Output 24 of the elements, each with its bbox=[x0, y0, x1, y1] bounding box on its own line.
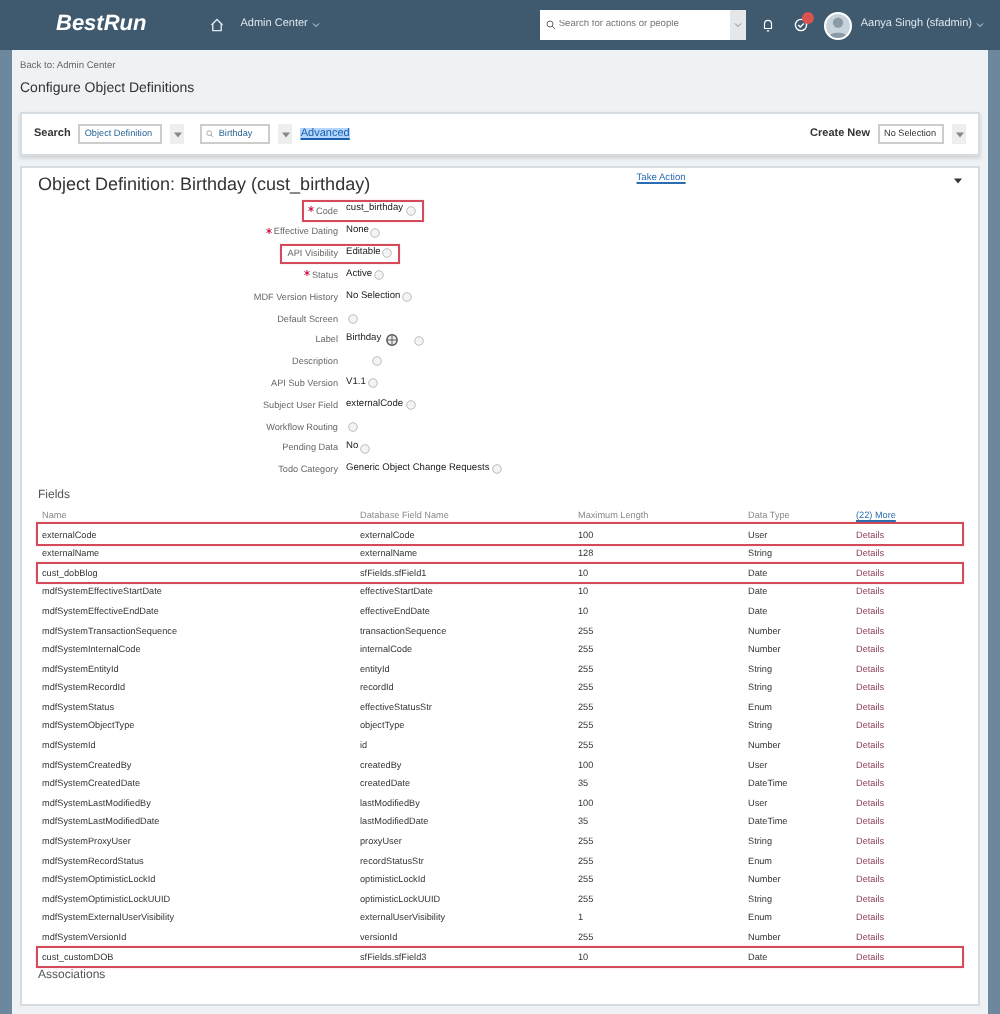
help-icon[interactable] bbox=[348, 313, 358, 324]
object-definition-title: Object Definition: Birthday (cust_birthday) bbox=[38, 174, 371, 196]
caret-icon bbox=[281, 131, 290, 138]
home-icon[interactable] bbox=[210, 18, 225, 32]
chevron-down-icon[interactable] bbox=[311, 22, 320, 28]
search-icon bbox=[546, 20, 557, 30]
chevron-down-icon[interactable] bbox=[976, 22, 984, 28]
help-icon[interactable] bbox=[491, 464, 502, 475]
caret-icon bbox=[955, 131, 963, 138]
logo: BestRun bbox=[56, 11, 147, 39]
help-icon[interactable] bbox=[413, 335, 424, 346]
bell-icon[interactable] bbox=[762, 18, 775, 32]
help-icon[interactable] bbox=[402, 292, 413, 303]
avatar-icon[interactable] bbox=[824, 11, 853, 39]
search-scope-dropdown[interactable] bbox=[730, 10, 747, 40]
chevron-down-icon bbox=[734, 22, 743, 28]
checklist-icon[interactable] bbox=[794, 17, 809, 32]
caret-icon[interactable] bbox=[954, 178, 962, 185]
help-icon[interactable] bbox=[405, 205, 416, 216]
search-icon bbox=[206, 130, 215, 139]
globe-icon[interactable] bbox=[385, 334, 398, 347]
help-icon[interactable] bbox=[405, 400, 416, 410]
notification-badge bbox=[802, 11, 815, 24]
caret-icon bbox=[173, 131, 182, 138]
